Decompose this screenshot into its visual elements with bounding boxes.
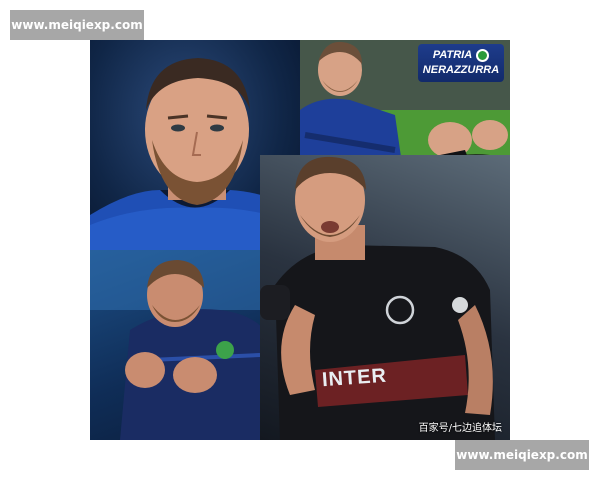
watermark-bottom: www.meiqiexp.com [455, 440, 589, 470]
photo-credit: 百家号/七边追体坛 [418, 423, 502, 434]
photo-collage: PATRIA NERAZZURRA INTER 百家号/七边追体坛 [90, 40, 510, 440]
watermark-top: www.meiqiexp.com [10, 10, 144, 40]
jersey-sponsor-text: INTER [321, 364, 388, 392]
badge-line-1: PATRIA [433, 48, 490, 63]
patria-nerazzurra-logo: PATRIA NERAZZURRA [418, 44, 504, 82]
badge-line-2: NERAZZURRA [422, 64, 500, 76]
photo-black-jersey: INTER 百家号/七边追体坛 [260, 155, 510, 440]
inter-crest-icon [476, 48, 490, 62]
